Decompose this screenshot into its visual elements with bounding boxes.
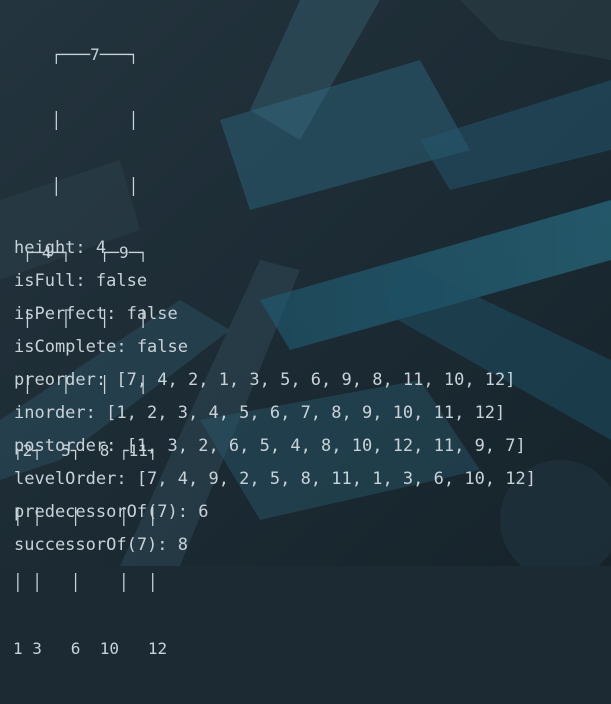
postorder-output: postorder: [1, 3, 2, 6, 5, 4, 8, 10, 12,… [14, 436, 526, 456]
successor-output: successorOf(7): 8 [14, 535, 188, 555]
tree-line: 1 3 6 10 12 [13, 639, 168, 658]
inorder-output: inorder: [1, 2, 3, 4, 5, 6, 7, 8, 9, 10,… [14, 403, 506, 423]
level-order-output: levelOrder: [7, 4, 9, 2, 5, 8, 11, 1, 3,… [14, 469, 536, 489]
tree-line: ┌───7───┐ [13, 45, 139, 64]
height-output: height: 4 [14, 238, 107, 258]
predecessor-output: predecessorOf(7): 6 [14, 502, 209, 522]
tree-line: │ │ │ │ │ [13, 573, 158, 592]
tree-line: │ │ [13, 177, 139, 196]
is-full-output: isFull: false [14, 271, 148, 291]
preorder-output: preorder: [7, 4, 2, 1, 3, 5, 6, 9, 8, 11… [14, 370, 516, 390]
terminal-output: ┌───7───┐ │ │ │ │ ┌─4─┐ ┌─9─┐ │ │ │ │ │ … [0, 0, 611, 658]
is-complete-output: isComplete: false [14, 337, 188, 357]
is-perfect-output: isPerfect: false [14, 304, 178, 324]
tree-line: │ │ [13, 111, 139, 130]
